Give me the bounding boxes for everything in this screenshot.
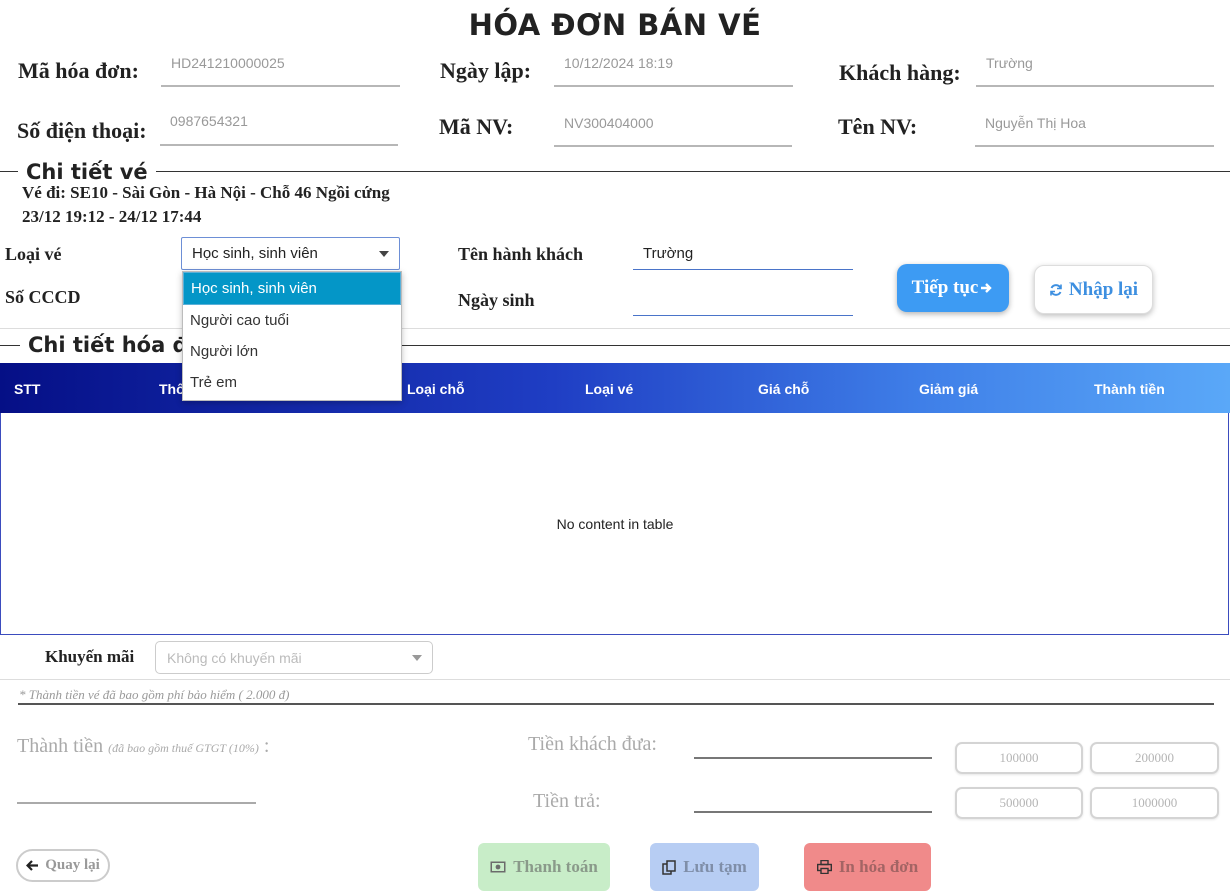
reset-label: Nhập lại	[1068, 278, 1139, 300]
option-nguoi-cao-tuoi[interactable]: Người cao tuổi	[183, 305, 401, 336]
empty-table-text: No content in table	[556, 516, 674, 532]
birthdate-label: Ngày sinh	[458, 290, 535, 310]
col-total: Thành tiền	[1094, 381, 1165, 397]
chevron-down-icon	[412, 655, 422, 661]
change-value-line	[694, 811, 932, 813]
chevron-down-icon	[379, 251, 389, 257]
staff-id-field: NV300404000	[554, 115, 792, 147]
copy-icon	[662, 859, 676, 875]
created-date-field: 10/12/2024 18:19	[554, 55, 793, 87]
promo-placeholder: Không có khuyến mãi	[167, 650, 302, 666]
print-invoice-button[interactable]: In hóa đơn	[804, 843, 931, 891]
refresh-icon	[1050, 283, 1062, 296]
back-button[interactable]: Quay lại	[16, 849, 110, 882]
light-divider	[0, 679, 1230, 680]
pay-button[interactable]: Thanh toán	[478, 843, 610, 891]
total-label-text: Thành tiền	[17, 735, 104, 757]
total-colon: :	[263, 735, 270, 757]
col-discount: Giảm giá	[919, 381, 979, 397]
phone-field: 0987654321	[160, 113, 398, 146]
cash-given-label: Tiền khách đưa:	[528, 733, 657, 755]
option-hoc-sinh[interactable]: Học sinh, sinh viên	[183, 272, 401, 305]
save-draft-label: Lưu tạm	[683, 857, 747, 876]
total-label: Thành tiền (đã bao gồm thuế GTGT (10%) :	[17, 735, 269, 758]
reset-button[interactable]: Nhập lại	[1034, 265, 1153, 314]
insurance-note: * Thành tiền vé đã bao gồm phí bảo hiểm …	[19, 687, 290, 702]
created-date-label: Ngày lập:	[440, 58, 532, 83]
print-invoice-label: In hóa đơn	[838, 857, 919, 876]
section-divider	[0, 171, 1230, 172]
ticket-type-dropdown: Học sinh, sinh viên Người cao tuổi Người…	[182, 271, 402, 401]
cash-given-input[interactable]	[694, 757, 932, 759]
staff-name-field: Nguyễn Thị Hoa	[975, 115, 1214, 147]
col-ticket-type: Loại vé	[585, 381, 634, 397]
arrow-left-icon	[26, 860, 39, 871]
ticket-type-value: Học sinh, sinh viên	[192, 245, 318, 262]
page-title: HÓA ĐƠN BÁN VÉ	[468, 8, 762, 42]
ticket-section-title: Chi tiết vé	[18, 160, 156, 184]
total-note: (đã bao gồm thuế GTGT (10%)	[108, 741, 259, 755]
col-seat-price: Giá chỗ	[758, 381, 810, 397]
staff-id-label: Mã NV:	[439, 114, 514, 139]
quick-amount-1000000[interactable]: 1000000	[1090, 787, 1219, 819]
arrow-right-icon	[981, 283, 993, 293]
customer-label: Khách hàng:	[839, 60, 961, 85]
invoice-id-label: Mã hóa đơn:	[18, 58, 139, 83]
section-divider-left	[0, 171, 12, 172]
customer-field: Trường	[976, 55, 1214, 87]
passenger-name-label: Tên hành khách	[458, 244, 584, 264]
printer-icon	[816, 860, 832, 874]
total-value-line	[17, 802, 256, 804]
ticket-time: 23/12 19:12 - 24/12 17:44	[22, 207, 202, 226]
id-card-label: Số CCCD	[5, 287, 81, 307]
save-draft-button[interactable]: Lưu tạm	[650, 843, 759, 891]
ticket-type-select[interactable]: Học sinh, sinh viên	[181, 237, 400, 270]
col-stt: STT	[14, 381, 41, 397]
quick-amount-200000[interactable]: 200000	[1090, 742, 1219, 774]
note-divider	[18, 703, 1214, 705]
staff-name-label: Tên NV:	[838, 114, 918, 139]
pay-label: Thanh toán	[513, 857, 598, 876]
option-tre-em[interactable]: Trẻ em	[183, 367, 401, 398]
quick-amount-100000[interactable]: 100000	[955, 742, 1083, 774]
passenger-name-input[interactable]: Trường	[633, 245, 853, 270]
quick-amount-500000[interactable]: 500000	[955, 787, 1083, 819]
birthdate-input[interactable]	[633, 285, 853, 316]
ticket-type-label: Loại vé	[5, 244, 62, 264]
promo-select[interactable]: Không có khuyến mãi	[155, 641, 433, 674]
change-label: Tiền trả:	[533, 790, 601, 812]
promo-label: Khuyến mãi	[45, 647, 135, 666]
phone-label: Số điện thoại:	[17, 118, 147, 143]
money-icon	[490, 861, 506, 873]
continue-label: Tiếp tục	[911, 277, 979, 298]
back-label: Quay lại	[45, 857, 100, 873]
option-nguoi-lon[interactable]: Người lớn	[183, 336, 401, 367]
col-seat-type: Loại chỗ	[407, 381, 465, 397]
ticket-route: Vé đi: SE10 - Sài Gòn - Hà Nội - Chỗ 46 …	[22, 183, 390, 202]
invoice-id-field: HD241210000025	[161, 55, 400, 87]
continue-button[interactable]: Tiếp tục	[897, 264, 1009, 312]
